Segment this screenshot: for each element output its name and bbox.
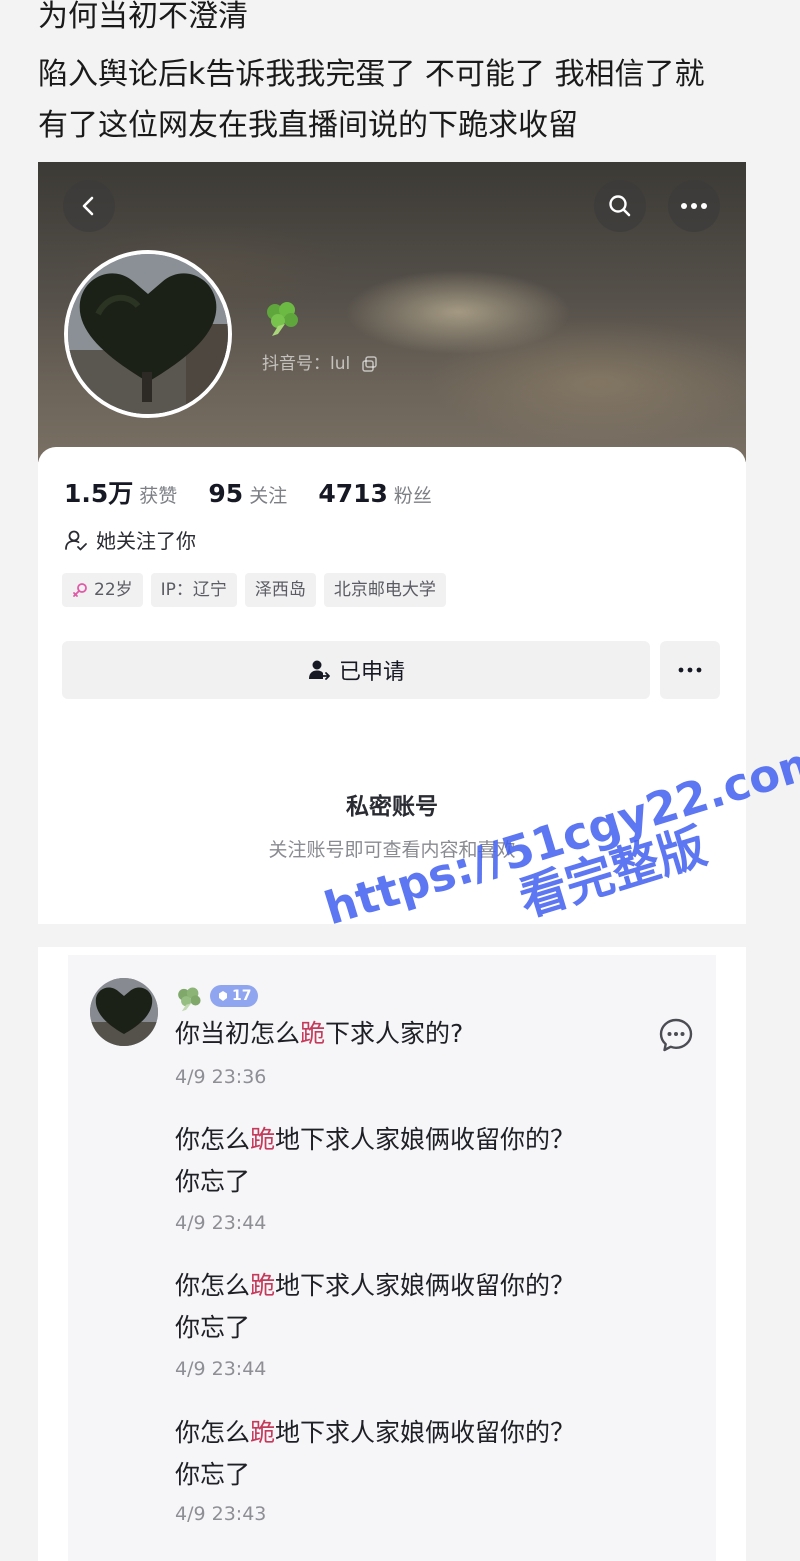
female-icon [73, 583, 87, 597]
likes-label: 获赞 [139, 485, 178, 507]
search-icon [609, 195, 631, 217]
caption-line-1: 为何当初不澄清 [38, 0, 248, 34]
followers-count[interactable]: 4713 [318, 479, 388, 508]
private-account-title: 私密账号 [346, 794, 438, 820]
search-button[interactable] [594, 180, 646, 232]
caption-line-2: 陷入舆论后k告诉我我完蛋了 不可能了 我相信了就 [38, 57, 705, 92]
follows-you-note: 她关注了你 [64, 525, 196, 554]
douyin-id: 抖音号：lul [262, 349, 378, 374]
heart-tree-avatar-image [68, 254, 228, 414]
private-account-desc: 关注账号即可查看内容和喜欢 [268, 839, 516, 861]
more-dots-icon [678, 667, 702, 673]
fan-level-badge: 17 [210, 985, 259, 1007]
back-button[interactable] [63, 180, 115, 232]
back-arrow-icon [82, 196, 94, 216]
comment-text-part: 你怎么 [175, 1418, 251, 1447]
comment-text: 你怎么跪地下求人家娘俩收留你的？ 你忘了 [175, 1412, 595, 1496]
comment-highlight: 跪 [300, 1019, 326, 1048]
following-count[interactable]: 95 [208, 479, 243, 508]
fan-badge-icon [219, 991, 227, 1001]
comment-time: 4/9 23:43 [175, 1503, 267, 1525]
profile-avatar[interactable] [64, 250, 232, 418]
comment-text: 你怎么跪地下求人家娘俩收留你的？ 你忘了 [175, 1119, 595, 1203]
commenter-avatar[interactable] [90, 978, 158, 1046]
profile-more-button[interactable] [660, 641, 720, 699]
follow-requested-button[interactable]: 已申请 [62, 641, 650, 699]
profile-card: 1.5万 获赞 95 关注 4713 粉丝 她关注了你 22岁 IP：辽宁 泽西岛 北… [38, 447, 746, 924]
douyin-id-label: 抖音号： [262, 354, 330, 374]
broccoli-icon [267, 302, 298, 336]
tag-age: 22岁 [62, 573, 143, 607]
comment-text-part: 下求人家的? [325, 1019, 464, 1048]
following-label: 关注 [249, 485, 288, 507]
reply-comment-icon[interactable] [657, 1016, 695, 1054]
fan-level-number: 17 [232, 988, 252, 1004]
broccoli-icon [178, 987, 201, 1012]
more-dots-icon [681, 203, 707, 209]
tag-age-text: 22岁 [94, 580, 133, 600]
comment-text: 你怎么跪地下求人家娘俩收留你的？ 你忘了 [175, 1265, 595, 1349]
comment-text-part: 你当初怎么 [175, 1019, 301, 1048]
comment-highlight: 跪 [250, 1418, 276, 1447]
likes-count[interactable]: 1.5万 [64, 479, 133, 508]
followers-label: 粉丝 [393, 485, 432, 507]
comment-highlight: 跪 [250, 1271, 276, 1300]
comment-text-part: 你怎么 [175, 1125, 251, 1154]
comment-text-part: 你怎么 [175, 1271, 251, 1300]
douyin-id-value: lul [330, 354, 351, 374]
comment-time: 4/9 23:44 [175, 1212, 267, 1234]
profile-header-banner: 抖音号：lul [38, 162, 746, 462]
tag-school[interactable]: 北京邮电大学 [323, 573, 446, 607]
more-options-button[interactable] [668, 180, 720, 232]
tag-ip: IP：辽宁 [150, 573, 237, 607]
heart-tree-avatar-image [90, 978, 158, 1046]
comment-time: 4/9 23:44 [175, 1358, 267, 1380]
profile-tags: 22岁 IP：辽宁 泽西岛 北京邮电大学 [62, 573, 454, 607]
copy-icon[interactable] [361, 356, 378, 372]
user-check-icon [65, 530, 87, 550]
comment-text: 你当初怎么跪下求人家的? [175, 1013, 595, 1055]
comment-time: 4/9 23:36 [175, 1066, 267, 1088]
caption-line-3: 有了这位网友在我直播间说的下跪求收留 [38, 108, 578, 143]
follows-you-text: 她关注了你 [96, 529, 196, 553]
profile-stats: 1.5万 获赞 95 关注 4713 粉丝 [64, 474, 458, 510]
user-request-icon [308, 660, 330, 680]
comment-highlight: 跪 [250, 1125, 276, 1154]
tag-location[interactable]: 泽西岛 [244, 573, 316, 607]
follow-requested-label: 已申请 [338, 660, 405, 685]
